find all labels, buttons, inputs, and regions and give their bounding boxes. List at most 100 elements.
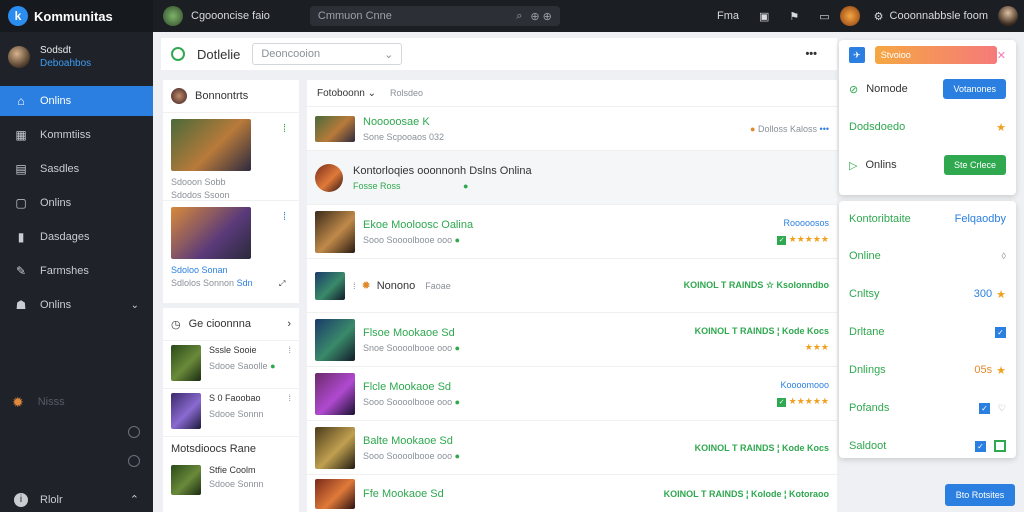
start-button[interactable]: Ste Crlece bbox=[943, 155, 1006, 175]
category-dropdown[interactable]: Deoncooion ⌄ bbox=[252, 43, 403, 65]
game-thumbnail[interactable] bbox=[315, 271, 345, 300]
grip-icon[interactable]: ⁞ bbox=[288, 393, 291, 432]
table-row[interactable]: Ekoe Mooloosc Oalina Sooo Soooolbooe ooo … bbox=[307, 204, 837, 258]
game-thumbnail[interactable] bbox=[315, 478, 355, 509]
game-thumbnail[interactable] bbox=[171, 393, 201, 429]
game-thumbnail[interactable] bbox=[315, 372, 355, 415]
star-icon[interactable]: ★ bbox=[996, 364, 1006, 377]
promo-badge[interactable]: Stvoioo bbox=[874, 46, 997, 64]
app-icon[interactable]: ✈ bbox=[849, 47, 865, 63]
setting-row: Drltane ✓ bbox=[839, 313, 1016, 351]
chevron-right-icon[interactable]: › bbox=[287, 318, 291, 330]
chevron-down-icon[interactable]: ⌄ bbox=[131, 300, 139, 311]
game-list: Fotoboonn ⌄ Rolsdeo Nooooosae K Sone Scpo… bbox=[307, 80, 837, 512]
setting-label: Pofands bbox=[849, 402, 890, 414]
panel-header-right[interactable]: Felqaodby bbox=[955, 213, 1006, 225]
game-thumbnail[interactable] bbox=[315, 210, 355, 253]
monitor-icon: ▢ bbox=[15, 196, 27, 210]
profile-subtitle[interactable]: Deboahbos bbox=[40, 58, 91, 69]
checkbox[interactable]: ✓ bbox=[975, 440, 986, 452]
game-thumbnail[interactable] bbox=[171, 465, 201, 495]
search-icon[interactable]: ⌕ bbox=[516, 10, 522, 23]
row-meta: Sooo Soooolbooe ooo ● bbox=[363, 234, 461, 245]
avatar[interactable] bbox=[8, 46, 30, 68]
gear-icon[interactable]: ⚙ bbox=[874, 10, 884, 23]
game-thumbnail[interactable] bbox=[171, 207, 251, 259]
grip-icon[interactable]: ⁞ bbox=[288, 345, 291, 384]
table-row[interactable]: Kontorloqies ooonnonh Dslns Onlina Fosse … bbox=[307, 150, 837, 204]
grip-icon[interactable]: ⁞ bbox=[283, 211, 286, 223]
game-card[interactable]: ⁞ Sdoloo Sonan Sdlolos Sonnon Sdn ⤢ bbox=[163, 200, 299, 288]
clock-icon: ◷ bbox=[171, 318, 181, 331]
panel-header-left: Kontoribtaite bbox=[849, 213, 911, 225]
left-column-title: Bonnontrts bbox=[195, 90, 249, 102]
game-card[interactable]: ⁞ Sdooon Sobb Sdodos Ssoon bbox=[163, 112, 299, 200]
section-header[interactable]: ◷ Ge cioonnna › bbox=[163, 308, 299, 340]
game-thumbnail[interactable] bbox=[171, 345, 201, 381]
star-icon[interactable]: ★ bbox=[996, 121, 1006, 134]
table-row[interactable]: Nooooosae K Sone Scpooaos 032 ● Dolloss K… bbox=[307, 106, 837, 150]
sidebar-item-home[interactable]: ⌂ Onlins bbox=[0, 86, 153, 116]
sidebar-item-grid[interactable]: ▦ Kommtiiss bbox=[0, 120, 153, 150]
sidebar-item-bookmark[interactable]: ▮ Dasdages bbox=[0, 222, 153, 252]
row-right: Rooooosos ✓ ★★★★★ bbox=[777, 218, 829, 245]
radio-icon[interactable] bbox=[128, 426, 140, 438]
brand-logo-icon[interactable]: k bbox=[8, 6, 28, 26]
store-icon[interactable]: ▣ bbox=[759, 10, 769, 23]
leaf-icon: ⊘ bbox=[849, 83, 859, 96]
close-icon[interactable]: ✕ bbox=[997, 49, 1006, 62]
user-avatar[interactable] bbox=[998, 6, 1018, 26]
sidebar-item-monitor[interactable]: ▢ Onlins bbox=[0, 188, 153, 218]
table-row[interactable]: Flcle Mookaoe Sd Sooo Soooolbooe ooo ● Ko… bbox=[307, 366, 837, 420]
table-row[interactable]: Ffe Mookaoe Sd KOINOL T RAINDS ¦ Kolode … bbox=[307, 474, 837, 512]
heart-icon[interactable]: ♡ bbox=[998, 403, 1006, 414]
radio-icon[interactable] bbox=[128, 455, 140, 467]
checkbox[interactable]: ✓ bbox=[995, 326, 1006, 338]
table-row[interactable]: Flsoe Mookaoe Sd Snoe Soooolbooe ooo ● KO… bbox=[307, 312, 837, 366]
sidebar-bottom-item[interactable]: i Rlolr ⌃ bbox=[0, 487, 153, 512]
game-thumbnail[interactable] bbox=[171, 119, 251, 171]
filter-link[interactable]: Rolsdeo bbox=[390, 88, 423, 98]
topbar-label-1[interactable]: Fma bbox=[717, 10, 739, 22]
list-item[interactable]: Stfie Coolm Sdooe Sonnn bbox=[163, 461, 299, 499]
star-icon[interactable]: ★ bbox=[996, 288, 1006, 301]
row-meta: Sone Scpooaos 032 bbox=[363, 131, 445, 142]
profile-block[interactable]: Sodsdt Deboahbos bbox=[0, 32, 153, 82]
more-icon[interactable]: ••• bbox=[805, 48, 817, 60]
game-thumbnail[interactable] bbox=[315, 426, 355, 469]
list-item[interactable]: S 0 Faoobao Sdooe Sonnn ⁞ bbox=[163, 388, 299, 436]
panel-row: ▷ Onlins Ste Crlece bbox=[839, 146, 1016, 184]
game-thumbnail[interactable] bbox=[315, 163, 343, 192]
section-header[interactable]: Motsdioocs Rane bbox=[163, 436, 299, 461]
sidebar-item-user[interactable]: ☗ Onlins ⌄ bbox=[0, 290, 153, 320]
fire-avatar-icon[interactable] bbox=[839, 6, 860, 26]
list-item[interactable]: Sssle Sooie Sdooe Saoolle ● ⁞ bbox=[163, 340, 299, 388]
chat-icon[interactable]: ▭ bbox=[819, 10, 829, 23]
sidebar-item-pin[interactable]: ✎ Farmshes bbox=[0, 256, 153, 286]
search-input[interactable]: Cmmuon Cnne ⌕ ⊕ ⊕ bbox=[309, 6, 560, 26]
drop-icon[interactable]: ◊ bbox=[1002, 251, 1006, 261]
sidebar-item-layout[interactable]: ▤ Sasdles bbox=[0, 154, 153, 184]
table-row[interactable]: ⁞ ✹ Nonono Faoae KOINOL T RAINDS ☆ Ksolo… bbox=[307, 258, 837, 312]
vote-button[interactable]: Votanones bbox=[943, 79, 1006, 99]
game-thumbnail[interactable] bbox=[315, 115, 355, 142]
item-line: S 0 Faoobao bbox=[209, 393, 261, 403]
left-column-top: Bonnontrts ⁞ Sdooon Sobb Sdodos Ssoon ⁞ … bbox=[163, 80, 299, 303]
item-line: Sdooe Sonnn bbox=[209, 479, 264, 489]
sidebar: k Kommunitas Sodsdt Deboahbos ⌂ Onlins ▦ K… bbox=[0, 0, 153, 512]
checkbox[interactable] bbox=[994, 440, 1006, 452]
checkbox[interactable]: ✓ bbox=[978, 402, 990, 414]
table-row[interactable]: Balte Mookaoe Sd Sooo Soooolbooe ooo ● KO… bbox=[307, 420, 837, 474]
game-thumbnail[interactable] bbox=[315, 318, 355, 361]
sort-dropdown[interactable]: Fotoboonn ⌄ bbox=[317, 88, 376, 99]
bottom-action-button[interactable]: Bto Rotsites bbox=[945, 484, 1015, 506]
flag-icon[interactable]: ⚑ bbox=[789, 10, 799, 23]
game-icon[interactable] bbox=[163, 6, 183, 26]
setting-value: 05s bbox=[974, 364, 993, 376]
row-meta: Sooo Soooolbooe ooo ● bbox=[363, 396, 461, 407]
expand-icon[interactable]: ⤢ bbox=[279, 279, 285, 289]
grip-icon[interactable]: ⁞ bbox=[283, 123, 286, 135]
topbar-label-2[interactable]: Cooonnabbsle foom bbox=[890, 10, 988, 22]
chevron-up-icon[interactable]: ⌃ bbox=[130, 493, 139, 506]
sidebar-extra-item[interactable]: ✹ Nisss bbox=[0, 388, 153, 416]
